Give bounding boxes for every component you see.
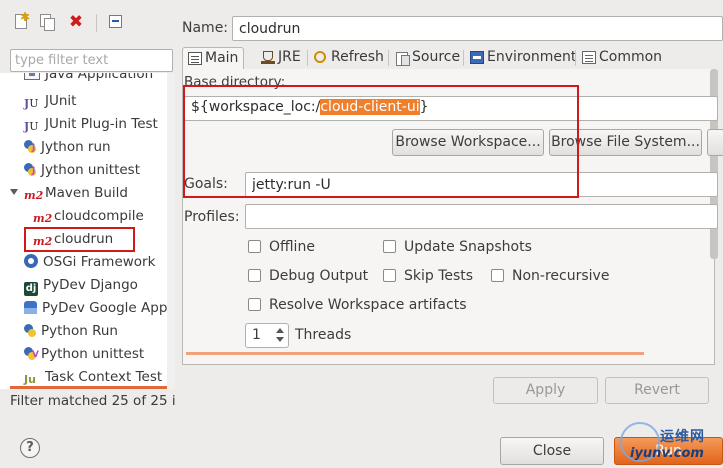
source-icon [395,51,410,66]
duplicate-config-icon[interactable] [38,12,58,32]
java-app-icon [24,73,40,80]
threads-label: Threads [295,327,352,343]
task-context-icon: Ju [24,373,36,386]
help-icon[interactable]: ? [20,438,40,458]
annotation-underline [10,386,170,389]
tree-item-python-unittest[interactable]: V Python unittest [24,343,144,365]
tab-source[interactable]: Source [390,47,460,69]
filter-input[interactable] [10,49,173,72]
environment-icon [470,51,484,64]
tab-separator [463,50,464,66]
selection-annotation-box [24,227,135,252]
tab-separator [575,50,576,66]
update-snapshots-checkbox[interactable]: Update Snapshots [383,238,532,256]
tree-item-task-context-test[interactable]: Ju Task Context Test [24,366,162,388]
maven-icon: m2 [33,212,53,225]
jython-run-icon: J [24,140,36,153]
profiles-label: Profiles: [184,209,240,225]
profiles-input[interactable] [245,204,718,229]
common-icon [582,51,596,64]
delete-config-icon[interactable]: ✖ [66,12,86,32]
junit-icon: JU [24,97,39,110]
tree-item-pydev-django[interactable]: dj PyDev Django [24,274,138,296]
new-config-icon[interactable]: ✱ [12,10,32,32]
filter-status: Filter matched 25 of 25 i [10,393,175,409]
launch-config-toolbar: ✱ ✖ [0,10,175,40]
tab-refresh[interactable]: Refresh [309,47,384,69]
skip-tests-checkbox[interactable]: Skip Tests [383,267,473,285]
tab-main[interactable]: Main [182,47,244,69]
non-recursive-checkbox[interactable]: Non-recursive [491,267,609,285]
spinner-arrows-icon[interactable] [276,328,284,343]
name-input[interactable] [232,16,723,41]
tree-item-python-run[interactable]: Python Run [24,320,118,342]
offline-checkbox[interactable]: Offline [248,238,315,256]
tree-item-osgi-framework[interactable]: OSGi Framework [24,251,155,273]
tab-separator [388,50,389,66]
resolve-workspace-artifacts-checkbox[interactable]: Resolve Workspace artifacts [248,296,466,314]
revert-button[interactable]: Revert [605,377,709,404]
django-icon: dj [24,282,38,296]
annotation-underline [186,352,644,355]
tree-item-pydev-google-app-engine[interactable]: PyDev Google App E [24,297,175,319]
google-app-engine-icon [24,301,37,314]
tree-item-junit[interactable]: JU JUnit [24,90,76,112]
jre-icon [261,51,275,64]
maven-icon: m2 [24,189,44,202]
tab-jre[interactable]: JRE [256,47,301,69]
tab-separator [307,50,308,66]
collapse-all-icon[interactable] [106,12,126,32]
expand-arrow-icon[interactable] [10,189,18,195]
tab-common[interactable]: Common [577,47,662,69]
annotation-box [183,85,579,198]
jython-unittest-icon: J [24,163,36,176]
tree-item-junit-plugin-test[interactable]: JU JUnit Plug-in Test [24,113,158,135]
config-tabs: Main JRE Refresh Source Environment Comm… [182,47,723,69]
tree-item-cloudcompile[interactable]: m2 cloudcompile [33,205,144,227]
apply-button[interactable]: Apply [493,377,598,404]
tree-item-jython-run[interactable]: J Jython run [24,136,111,158]
python-unittest-icon: V [24,347,39,360]
main-tab-icon [188,52,202,65]
python-run-icon [24,324,36,337]
variables-button[interactable] [707,129,723,156]
tree-item-jython-unittest[interactable]: J Jython unittest [24,159,140,181]
junit-plugin-icon: JU [24,120,39,133]
refresh-icon [314,51,326,63]
debug-output-checkbox[interactable]: Debug Output [248,267,368,285]
tree-item-maven-build[interactable]: m2 Maven Build [10,182,128,204]
name-label: Name: [182,20,229,36]
close-button[interactable]: Close [500,437,604,465]
osgi-icon [24,254,38,268]
threads-spinner[interactable]: 1 [245,323,289,348]
tree-item-java-application[interactable]: Java Application [24,73,153,85]
tree-scrollbar[interactable] [167,73,175,389]
watermark-logo: 运维网 iyunv.com [620,420,723,468]
tab-environment[interactable]: Environment [465,47,576,69]
toolbar-separator [96,14,97,32]
